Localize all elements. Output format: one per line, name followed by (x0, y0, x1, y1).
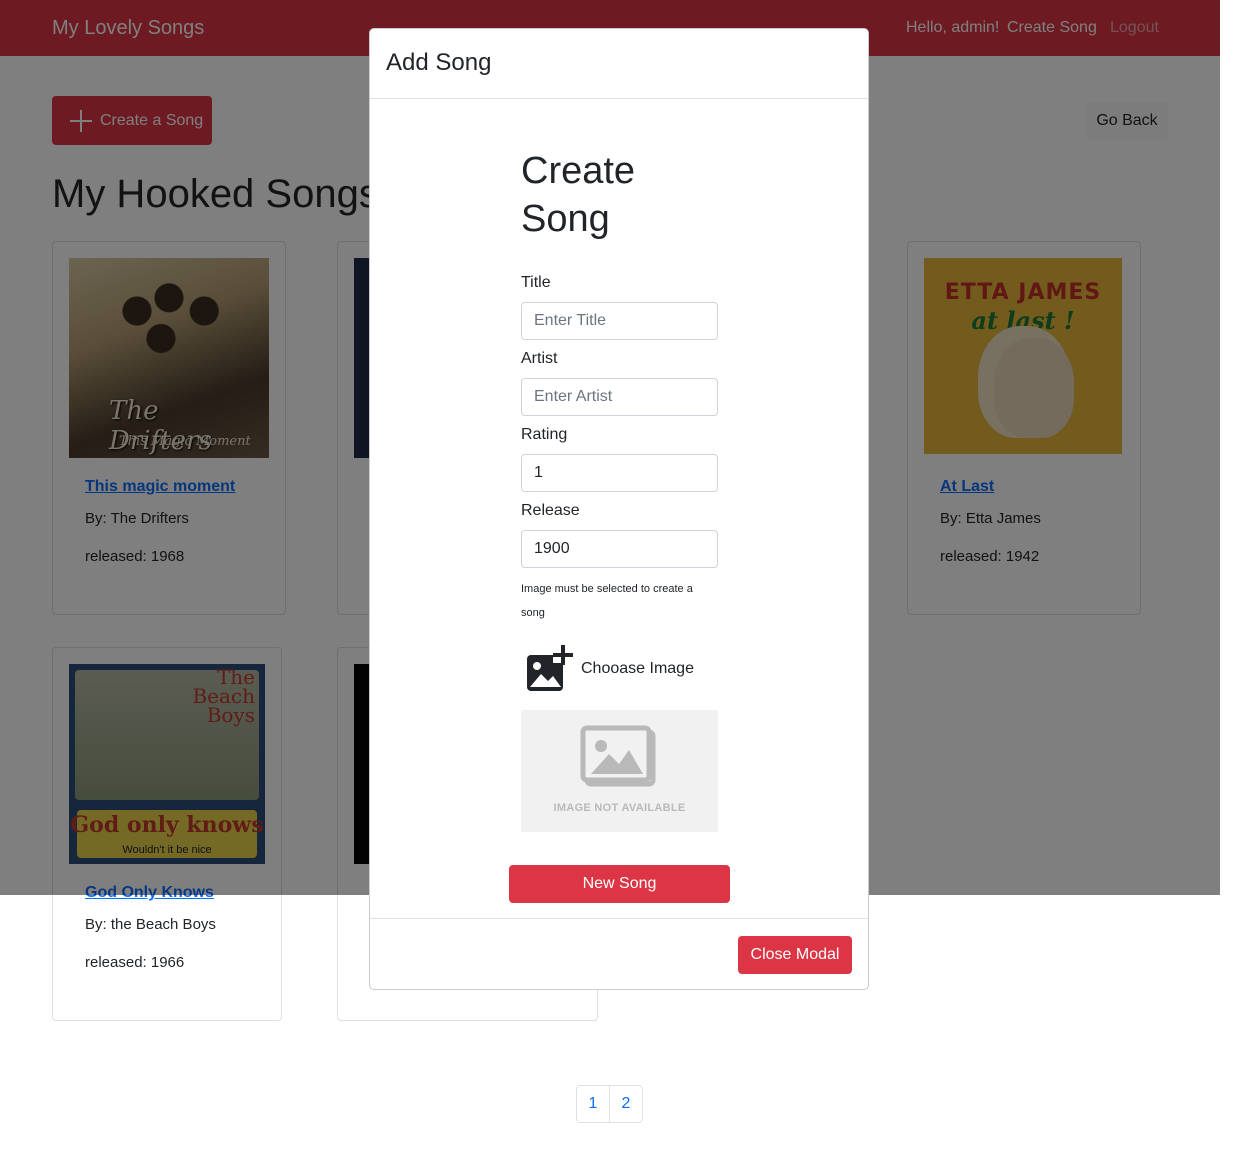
image-placeholder-text: IMAGE NOT AVAILABLE (553, 802, 686, 814)
artist-label: Artist (521, 350, 558, 367)
add-photo-icon (527, 645, 573, 691)
add-song-modal: Add Song Create Song Title Artist Rating… (369, 28, 869, 990)
artist-input[interactable] (521, 378, 718, 416)
modal-footer: Close Modal (370, 918, 868, 990)
close-modal-button[interactable]: Close Modal (738, 936, 852, 974)
title-label: Title (521, 274, 551, 291)
image-placeholder-icon (580, 725, 656, 787)
image-preview: IMAGE NOT AVAILABLE (521, 710, 718, 832)
choose-image-label: Chooase Image (581, 660, 694, 677)
modal-title: Add Song (386, 49, 492, 76)
song-release: released: 1966 (85, 954, 185, 971)
pagination: 1 2 (576, 1085, 643, 1123)
choose-image-button[interactable]: Chooase Image (521, 643, 694, 695)
new-song-button[interactable]: New Song (509, 865, 730, 903)
page-link-2[interactable]: 2 (609, 1085, 643, 1123)
page-link-1[interactable]: 1 (576, 1085, 610, 1123)
rating-input[interactable] (521, 454, 718, 492)
modal-header: Add Song (370, 29, 868, 99)
release-input[interactable] (521, 530, 718, 568)
title-input[interactable] (521, 302, 718, 340)
form-heading: Create Song (521, 150, 636, 240)
rating-label: Rating (521, 426, 568, 443)
image-requirement-note: Image must be selected to create a song (521, 583, 693, 619)
release-label: Release (521, 502, 580, 519)
song-artist: By: the Beach Boys (85, 916, 216, 933)
